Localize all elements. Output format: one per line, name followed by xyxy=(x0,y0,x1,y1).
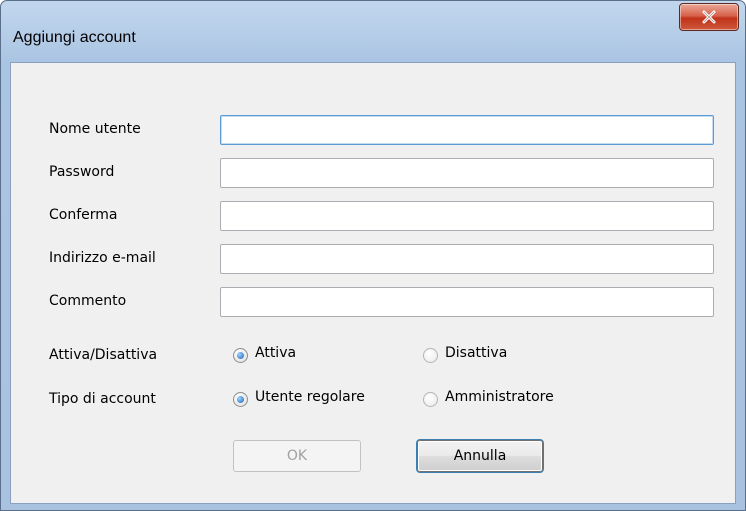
radio-utente-regolare-label[interactable]: Utente regolare xyxy=(255,389,365,405)
confirm-password-input[interactable] xyxy=(220,201,714,231)
close-button[interactable] xyxy=(679,3,739,31)
radio-disattiva-label[interactable]: Disattiva xyxy=(445,345,507,361)
radio-utente-regolare[interactable] xyxy=(233,392,248,407)
password-label: Password xyxy=(49,164,115,180)
account-type-label: Tipo di account xyxy=(49,391,156,407)
radio-amministratore[interactable] xyxy=(423,392,438,407)
confirm-label: Conferma xyxy=(49,207,118,223)
username-input[interactable] xyxy=(220,115,714,145)
dialog-window: Aggiungi account Nome utente Password Co… xyxy=(0,0,746,511)
radio-attiva[interactable] xyxy=(233,348,248,363)
email-label: Indirizzo e-mail xyxy=(49,250,156,266)
ok-button[interactable]: OK xyxy=(233,440,361,472)
comment-label: Commento xyxy=(49,293,127,309)
email-input[interactable] xyxy=(220,244,714,274)
radio-amministratore-label[interactable]: Amministratore xyxy=(445,389,554,405)
status-label: Attiva/Disattiva xyxy=(49,347,158,363)
comment-input[interactable] xyxy=(220,287,714,317)
username-label: Nome utente xyxy=(49,121,141,137)
window-title: Aggiungi account xyxy=(13,29,136,46)
title-bar[interactable]: Aggiungi account xyxy=(1,1,745,61)
radio-disattiva[interactable] xyxy=(423,348,438,363)
dialog-body: Nome utente Password Conferma Indirizzo … xyxy=(10,62,736,504)
cancel-button[interactable]: Annulla xyxy=(416,439,544,473)
radio-attiva-label[interactable]: Attiva xyxy=(255,345,296,361)
close-icon xyxy=(702,10,716,24)
password-input[interactable] xyxy=(220,158,714,188)
